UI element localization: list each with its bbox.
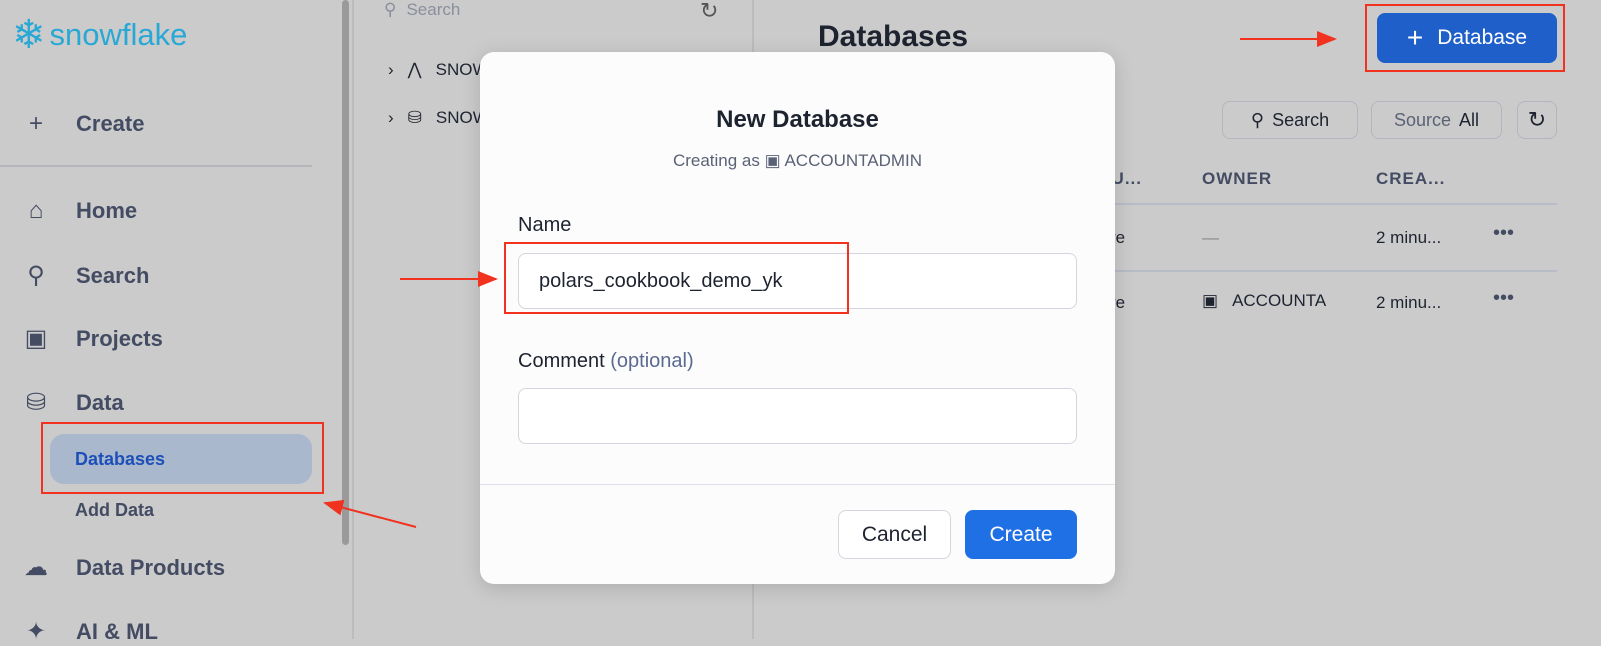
annotation-arrow: [323, 499, 417, 528]
annotation-arrows: [323, 31, 1337, 528]
